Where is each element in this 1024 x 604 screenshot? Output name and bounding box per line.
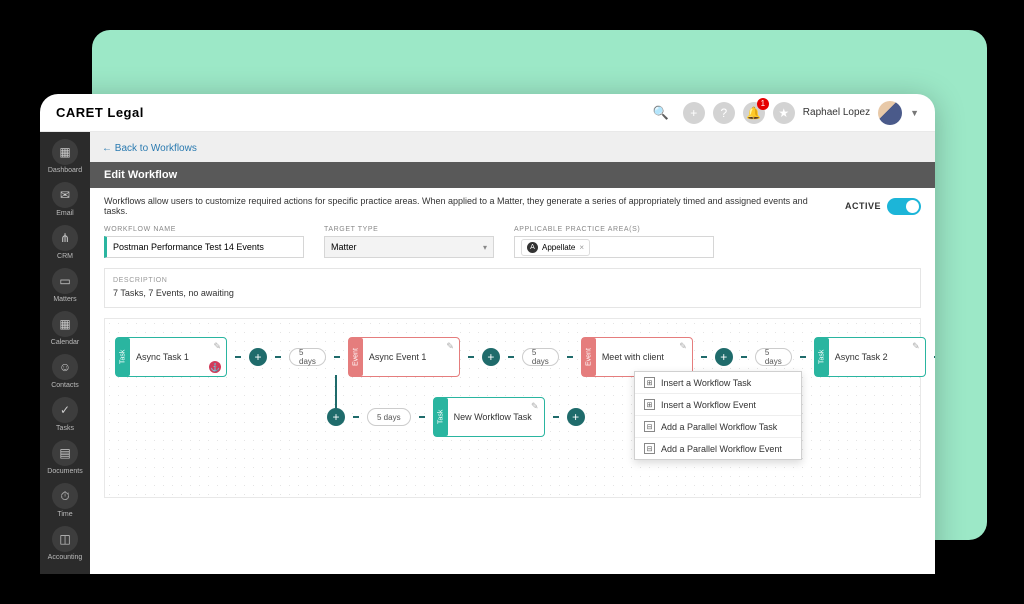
node-async-task-1[interactable]: Task Async Task 1 ✎ ⚓: [115, 337, 227, 377]
calendar-icon: ▦: [52, 311, 78, 337]
delay-pill[interactable]: 5 days: [367, 408, 411, 426]
node-async-event-1[interactable]: Event Async Event 1 ✎: [348, 337, 460, 377]
target-type-label: TARGET TYPE: [324, 226, 494, 233]
active-toggle[interactable]: [887, 198, 921, 215]
event-insert-icon: ⊞: [644, 399, 655, 410]
nav-calendar[interactable]: ▦Calendar: [40, 308, 90, 349]
notif-badge: 1: [757, 98, 769, 110]
description-text: 7 Tasks, 7 Events, no awaiting: [113, 288, 912, 298]
nav-matters[interactable]: ▭Matters: [40, 265, 90, 306]
nav-email[interactable]: ✉Email: [40, 179, 90, 220]
tasks-icon: ✓: [52, 397, 78, 423]
pencil-icon[interactable]: ✎: [912, 341, 920, 352]
delay-pill[interactable]: 5 days: [289, 348, 326, 366]
add-node-button[interactable]: +: [249, 348, 267, 366]
anchor-icon[interactable]: ⚓: [209, 361, 221, 373]
dashboard-icon: ▦: [52, 139, 78, 165]
add-icon[interactable]: +: [683, 102, 705, 124]
topbar: CARET Legal 🔍 + ? 🔔1 ★ Raphael Lopez ▼: [40, 94, 935, 132]
branch-connector: [335, 375, 337, 411]
matters-icon: ▭: [52, 268, 78, 294]
description-label: DESCRIPTION: [113, 277, 912, 284]
contacts-icon: ☺: [52, 354, 78, 380]
pencil-icon[interactable]: ✎: [213, 341, 221, 352]
chevron-down-icon[interactable]: ▼: [910, 108, 919, 118]
target-type-select[interactable]: Matter▾: [324, 236, 494, 258]
favorites-icon[interactable]: ★: [773, 102, 795, 124]
notifications-icon[interactable]: 🔔1: [743, 102, 765, 124]
nav-tasks[interactable]: ✓Tasks: [40, 394, 90, 435]
menu-parallel-task[interactable]: ⊟Add a Parallel Workflow Task: [635, 416, 801, 438]
main-content: ← Back to Workflows Edit Workflow Workfl…: [90, 132, 935, 574]
nav-documents[interactable]: ▤Documents: [40, 437, 90, 478]
search-icon[interactable]: 🔍: [653, 105, 669, 121]
remove-tag-icon[interactable]: ×: [579, 243, 584, 252]
topbar-actions: 🔍 + ? 🔔1 ★ Raphael Lopez ▼: [653, 101, 919, 125]
help-icon[interactable]: ?: [713, 102, 735, 124]
pencil-icon[interactable]: ✎: [679, 341, 687, 352]
description-box[interactable]: DESCRIPTION 7 Tasks, 7 Events, no awaiti…: [104, 268, 921, 308]
practice-area-tag[interactable]: AAppellate×: [521, 239, 590, 256]
workflow-canvas[interactable]: Task Async Task 1 ✎ ⚓ + 5 days Event Asy…: [104, 318, 921, 498]
parallel-event-icon: ⊟: [644, 443, 655, 454]
pencil-icon[interactable]: ✎: [531, 401, 539, 412]
active-label: ACTIVE: [845, 201, 881, 211]
task-insert-icon: ⊞: [644, 377, 655, 388]
menu-parallel-event[interactable]: ⊟Add a Parallel Workflow Event: [635, 438, 801, 459]
node-async-task-2[interactable]: Task Async Task 2 ✎: [814, 337, 926, 377]
page-title: Edit Workflow: [90, 162, 935, 188]
delay-pill[interactable]: 5 days: [755, 348, 792, 366]
practice-area-input[interactable]: AAppellate×: [514, 236, 714, 258]
documents-icon: ▤: [52, 440, 78, 466]
add-node-button[interactable]: +: [482, 348, 500, 366]
email-icon: ✉: [52, 182, 78, 208]
workflow-name-input[interactable]: Postman Performance Test 14 Events: [104, 236, 304, 258]
nav-time[interactable]: ⏱Time: [40, 480, 90, 521]
intro-text: Workflows allow users to customize requi…: [104, 196, 831, 216]
add-node-button[interactable]: +: [715, 348, 733, 366]
pencil-icon[interactable]: ✎: [446, 341, 454, 352]
menu-insert-event[interactable]: ⊞Insert a Workflow Event: [635, 394, 801, 416]
breadcrumb-bar: ← Back to Workflows: [90, 132, 935, 162]
nav-contacts[interactable]: ☺Contacts: [40, 351, 90, 392]
chevron-down-icon: ▾: [483, 243, 487, 252]
brand-logo: CARET Legal: [56, 105, 144, 120]
avatar[interactable]: [878, 101, 902, 125]
nav-accounting[interactable]: ◫Accounting: [40, 523, 90, 564]
nav-crm[interactable]: ⋔CRM: [40, 222, 90, 263]
left-nav: ▦Dashboard ✉Email ⋔CRM ▭Matters ▦Calenda…: [40, 132, 90, 574]
practice-area-label: APPLICABLE PRACTICE AREA(S): [514, 226, 714, 233]
accounting-icon: ◫: [52, 526, 78, 552]
nav-dashboard[interactable]: ▦Dashboard: [40, 136, 90, 177]
time-icon: ⏱: [52, 483, 78, 509]
add-node-button[interactable]: +: [567, 408, 585, 426]
parallel-task-icon: ⊟: [644, 421, 655, 432]
menu-insert-task[interactable]: ⊞Insert a Workflow Task: [635, 372, 801, 394]
app-window: CARET Legal 🔍 + ? 🔔1 ★ Raphael Lopez ▼ ▦…: [40, 94, 935, 574]
user-name: Raphael Lopez: [803, 107, 870, 118]
workflow-name-label: WORKFLOW NAME: [104, 226, 304, 233]
delay-pill[interactable]: 5 days: [522, 348, 559, 366]
crm-icon: ⋔: [52, 225, 78, 251]
node-new-workflow-task[interactable]: Task New Workflow Task ✎: [433, 397, 545, 437]
pa-avatar-icon: A: [527, 242, 538, 253]
back-link[interactable]: ← Back to Workflows: [102, 143, 197, 154]
context-menu: ⊞Insert a Workflow Task ⊞Insert a Workfl…: [634, 371, 802, 460]
